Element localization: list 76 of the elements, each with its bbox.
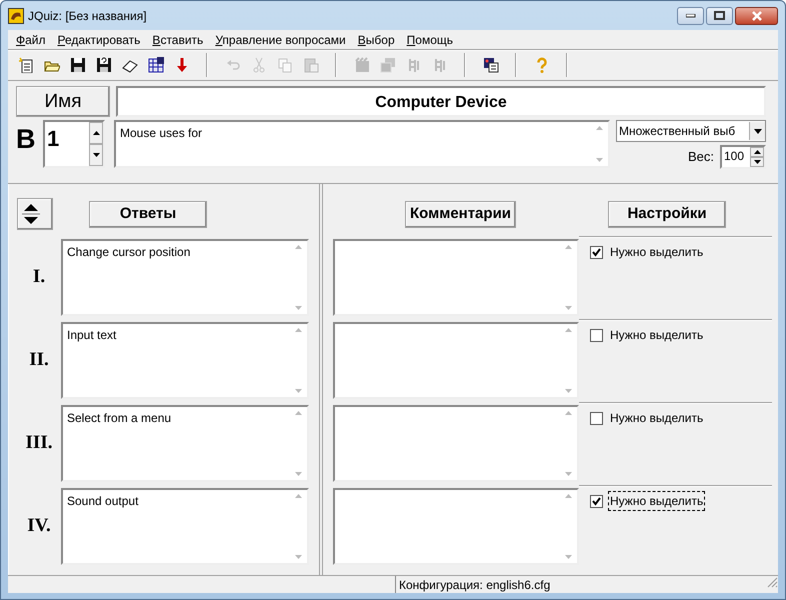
scroll-down-icon[interactable] — [295, 472, 302, 476]
scroll-down-icon[interactable] — [295, 555, 302, 559]
menu-item[interactable]: Помощь — [400, 30, 459, 48]
question-text-field[interactable]: Mouse uses for — [114, 120, 610, 168]
question-type-dropdown[interactable]: Множественный выб — [616, 120, 766, 142]
spin-down-icon[interactable] — [92, 153, 100, 157]
menu-item[interactable]: Файл — [10, 30, 52, 48]
comments-header-button[interactable]: Комментарии — [405, 200, 516, 228]
scroll-down-icon[interactable] — [565, 472, 572, 476]
scroll-up-icon[interactable] — [565, 328, 572, 332]
checkbox[interactable] — [590, 494, 603, 508]
close-button[interactable] — [735, 6, 778, 24]
quiz-title-field[interactable]: Computer Device — [116, 86, 766, 117]
weight-label: Вес: — [688, 148, 714, 166]
comment-field[interactable] — [333, 239, 579, 316]
menu-item[interactable]: Вставить — [146, 30, 210, 48]
scroll-down-icon[interactable] — [565, 389, 572, 393]
comment-field[interactable] — [333, 488, 579, 565]
checkbox-label[interactable]: Нужно выделить — [608, 491, 706, 511]
scroll-up-icon[interactable] — [565, 245, 572, 249]
spin-up-icon[interactable] — [92, 131, 100, 135]
scroll-down-icon[interactable] — [565, 306, 572, 310]
scroll-down-icon[interactable] — [596, 158, 603, 162]
scroll-up-icon[interactable] — [565, 411, 572, 415]
menu-item[interactable]: Управление вопросами — [209, 30, 352, 48]
checkbox[interactable] — [590, 412, 603, 424]
scroll-down-icon[interactable] — [295, 389, 302, 393]
window-title: JQuiz: [Без названия] — [28, 8, 147, 24]
scroll-up-icon[interactable] — [596, 126, 603, 130]
status-text: Конфигурация: english6.cfg — [395, 576, 550, 593]
question-label: В — [16, 123, 36, 156]
checkbox-label[interactable]: Нужно выделить — [608, 408, 706, 428]
scroll-up-icon[interactable] — [295, 494, 302, 498]
checkbox-label[interactable]: Нужно выделить — [608, 325, 706, 345]
answer-text-field[interactable]: Select from a menu — [61, 405, 309, 482]
checkbox-label[interactable]: Нужно выделить — [608, 242, 706, 262]
menu-item[interactable]: Редактировать — [52, 30, 146, 48]
close-icon — [750, 10, 762, 20]
menu-item[interactable]: Выбор — [352, 30, 401, 48]
resize-grip-icon[interactable] — [766, 576, 778, 588]
scroll-up-icon[interactable] — [295, 411, 302, 415]
answer-numeral: IV. — [26, 514, 52, 538]
spin-down-icon[interactable] — [754, 160, 760, 164]
up-down-arrows-icon — [22, 201, 40, 227]
scroll-up-icon[interactable] — [295, 245, 302, 249]
maximize-icon — [714, 11, 725, 20]
minimize-icon — [686, 14, 696, 18]
checkbox[interactable] — [590, 246, 603, 258]
answer-text-field[interactable]: Input text — [61, 322, 309, 399]
weight-spinner[interactable]: 100 — [720, 145, 766, 169]
answer-numeral: III. — [24, 431, 54, 456]
comment-field[interactable] — [333, 405, 579, 482]
maximize-button[interactable] — [706, 6, 733, 24]
checkbox[interactable] — [590, 328, 603, 342]
spin-up-icon[interactable] — [754, 150, 760, 154]
answer-text-field[interactable]: Change cursor position — [61, 239, 309, 316]
minimize-button[interactable] — [677, 6, 704, 24]
name-button[interactable]: Имя — [16, 86, 110, 117]
scroll-down-icon[interactable] — [565, 555, 572, 559]
scroll-down-icon[interactable] — [295, 306, 302, 310]
app-icon — [8, 8, 24, 24]
scroll-up-icon[interactable] — [565, 494, 572, 498]
comment-field[interactable] — [333, 322, 579, 399]
answer-numeral: I. — [32, 265, 46, 290]
answer-text-field[interactable]: Sound output — [61, 488, 309, 565]
move-arrows-button[interactable] — [17, 198, 53, 230]
settings-header-button[interactable]: Настройки — [608, 200, 726, 228]
save-icon[interactable] — [70, 57, 86, 73]
export-icon[interactable] — [482, 57, 498, 73]
web-grid-icon[interactable] — [148, 57, 164, 73]
answer-numeral: II. — [28, 348, 50, 372]
save-as-icon[interactable] — [96, 57, 112, 73]
scroll-up-icon[interactable] — [295, 328, 302, 332]
answers-header-button[interactable]: Ответы — [89, 200, 207, 228]
new-document-icon[interactable] — [18, 57, 34, 73]
question-number-spinner[interactable]: 1 — [43, 120, 105, 168]
